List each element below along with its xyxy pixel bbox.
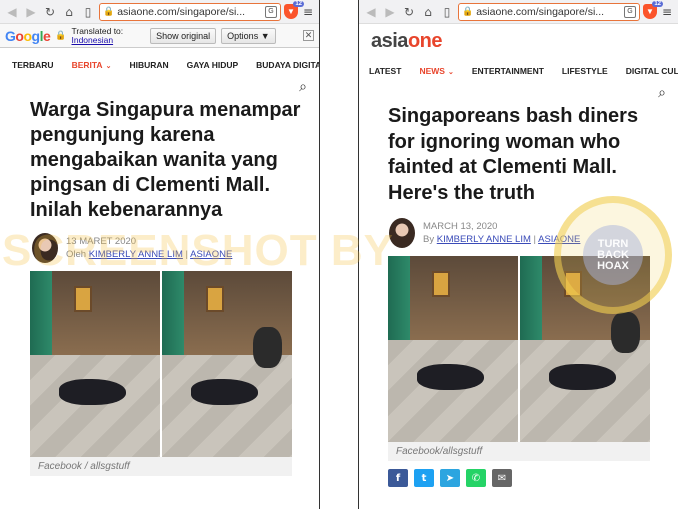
lock-icon: 🔒 xyxy=(55,30,67,41)
search-row: ⌕ xyxy=(0,78,319,98)
bookmark-icon[interactable]: ▯ xyxy=(80,4,96,20)
whatsapp-icon[interactable]: ✆ xyxy=(466,469,486,487)
shield-count-badge: 12 xyxy=(293,1,304,7)
site-nav: LATEST NEWS ⌄ ENTERTAINMENT LIFESTYLE DIG… xyxy=(359,58,678,84)
search-icon[interactable]: ⌕ xyxy=(299,79,307,95)
site-header: asiaone xyxy=(359,24,678,58)
byline-separator: | xyxy=(185,249,188,260)
source-link[interactable]: ASIAONE xyxy=(190,249,232,260)
address-bar[interactable]: 🔒 asiaone.com/singapore/si... G xyxy=(99,2,281,21)
translate-icon[interactable]: G xyxy=(624,5,636,18)
email-icon[interactable]: ✉ xyxy=(492,469,512,487)
nav-item-gaya-hidup[interactable]: GAYA HIDUP xyxy=(178,60,248,70)
turnbackhoax-seal-logo: TURN BACK HOAX xyxy=(554,196,672,314)
chevron-down-icon: ⌄ xyxy=(105,63,112,70)
nav-item-entertainment[interactable]: ENTERTAINMENT xyxy=(463,66,553,76)
search-icon[interactable]: ⌕ xyxy=(658,85,666,101)
share-bar: f t ➤ ✆ ✉ xyxy=(359,461,678,487)
by-prefix: Oleh xyxy=(66,249,87,260)
translate-icon[interactable]: G xyxy=(265,5,277,18)
nav-item-berita[interactable]: BERITA ⌄ xyxy=(63,60,121,70)
show-original-button[interactable]: Show original xyxy=(150,27,217,44)
brave-shield-icon[interactable]: ▼ 12 xyxy=(643,1,663,19)
translate-options-button[interactable]: Options ▼ xyxy=(221,27,276,44)
nav-item-digital-culture[interactable]: DIGITAL CULTUR xyxy=(617,66,678,76)
lock-icon: 🔒 xyxy=(103,6,115,17)
pane-divider xyxy=(320,0,358,509)
logo-one-text: one xyxy=(407,29,443,52)
reload-icon[interactable]: ↻ xyxy=(42,4,58,20)
by-prefix: By xyxy=(423,234,435,245)
close-translate-bar-button[interactable]: ✕ xyxy=(303,30,314,41)
search-row: ⌕ xyxy=(359,84,678,104)
language-link[interactable]: Indonesian xyxy=(71,35,113,45)
byline-separator: | xyxy=(533,234,536,245)
forward-icon[interactable]: ▶ xyxy=(382,4,398,20)
nav-item-budaya-digital[interactable]: BUDAYA DIGITAL xyxy=(247,60,319,70)
nav-item-terbaru[interactable]: TERBARU xyxy=(12,60,63,70)
nav-item-latest[interactable]: LATEST xyxy=(369,66,410,76)
home-icon[interactable]: ⌂ xyxy=(420,4,436,20)
article-date: 13 MARET 2020 xyxy=(66,236,137,247)
translated-to-text: Translated to: Indonesian xyxy=(71,26,123,45)
photo-frame-left xyxy=(388,256,518,442)
hamburger-menu-icon[interactable]: ≡ xyxy=(660,5,674,19)
url-text: asiaone.com/singapore/si... xyxy=(476,5,605,18)
article-headline: Singaporeans bash diners for ignoring wo… xyxy=(388,105,639,204)
author-line: Oleh KIMBERLY ANNE LIM | ASIAONE xyxy=(66,248,232,261)
hamburger-menu-icon[interactable]: ≡ xyxy=(301,5,315,19)
forward-icon[interactable]: ▶ xyxy=(23,4,39,20)
browser-toolbar: ◀ ▶ ↻ ⌂ ▯ 🔒 asiaone.com/singapore/si... … xyxy=(0,0,319,24)
author-avatar xyxy=(389,218,415,248)
nav-item-lifestyle[interactable]: LIFESTYLE xyxy=(553,66,617,76)
home-icon[interactable]: ⌂ xyxy=(61,4,77,20)
chevron-down-icon: ⌄ xyxy=(447,69,454,76)
reload-icon[interactable]: ↻ xyxy=(401,4,417,20)
left-browser-window: ◀ ▶ ↻ ⌂ ▯ 🔒 asiaone.com/singapore/si... … xyxy=(0,0,320,509)
nav-item-label: BERITA xyxy=(71,60,103,70)
nav-item-hiburan[interactable]: HIBURAN xyxy=(120,60,177,70)
article-headline: Warga Singapura menampar pengunjung kare… xyxy=(30,99,301,221)
photo-caption: Facebook/allsgstuff xyxy=(388,442,650,461)
google-translate-bar: Google 🔒 Translated to: Indonesian Show … xyxy=(0,24,319,48)
bookmark-icon[interactable]: ▯ xyxy=(439,4,455,20)
author-link[interactable]: KIMBERLY ANNE LIM xyxy=(89,249,183,260)
comparison-screenshot: ◀ ▶ ↻ ⌂ ▯ 🔒 asiaone.com/singapore/si... … xyxy=(0,0,678,509)
address-bar[interactable]: 🔒 asiaone.com/singapore/si... G xyxy=(458,2,640,21)
article-date: MARCH 13, 2020 xyxy=(423,221,498,232)
google-logo: Google xyxy=(5,27,51,44)
telegram-icon[interactable]: ➤ xyxy=(440,469,460,487)
photo-caption: Facebook / allsgstuff xyxy=(30,457,292,476)
url-text: asiaone.com/singapore/si... xyxy=(117,5,246,18)
shield-count-badge: 12 xyxy=(652,1,663,7)
nav-item-news[interactable]: NEWS ⌄ xyxy=(410,66,462,76)
right-browser-window: ◀ ▶ ↻ ⌂ ▯ 🔒 asiaone.com/singapore/si... … xyxy=(358,0,678,509)
brave-shield-icon[interactable]: ▼ 12 xyxy=(284,1,304,19)
back-icon[interactable]: ◀ xyxy=(4,4,20,20)
seal-text: TURN BACK HOAX xyxy=(583,225,643,285)
site-nav: TERBARU BERITA ⌄ HIBURAN GAYA HIDUP BUDAY… xyxy=(0,52,319,78)
byline-meta: 13 MARET 2020 Oleh KIMBERLY ANNE LIM | A… xyxy=(66,235,232,261)
author-avatar xyxy=(32,233,58,263)
article-byline: 13 MARET 2020 Oleh KIMBERLY ANNE LIM | A… xyxy=(0,223,319,263)
twitter-icon[interactable]: t xyxy=(414,469,434,487)
article-photo xyxy=(30,271,292,457)
photo-frame-right xyxy=(162,271,292,457)
browser-toolbar: ◀ ▶ ↻ ⌂ ▯ 🔒 asiaone.com/singapore/si... … xyxy=(359,0,678,24)
back-icon[interactable]: ◀ xyxy=(363,4,379,20)
author-link[interactable]: KIMBERLY ANNE LIM xyxy=(437,234,531,245)
nav-item-label: NEWS xyxy=(419,66,445,76)
logo-asia-text: asia xyxy=(371,29,408,52)
asiaone-logo[interactable]: asiaone xyxy=(371,29,443,53)
lock-icon: 🔒 xyxy=(462,6,474,17)
facebook-icon[interactable]: f xyxy=(388,469,408,487)
photo-frame-left xyxy=(30,271,160,457)
